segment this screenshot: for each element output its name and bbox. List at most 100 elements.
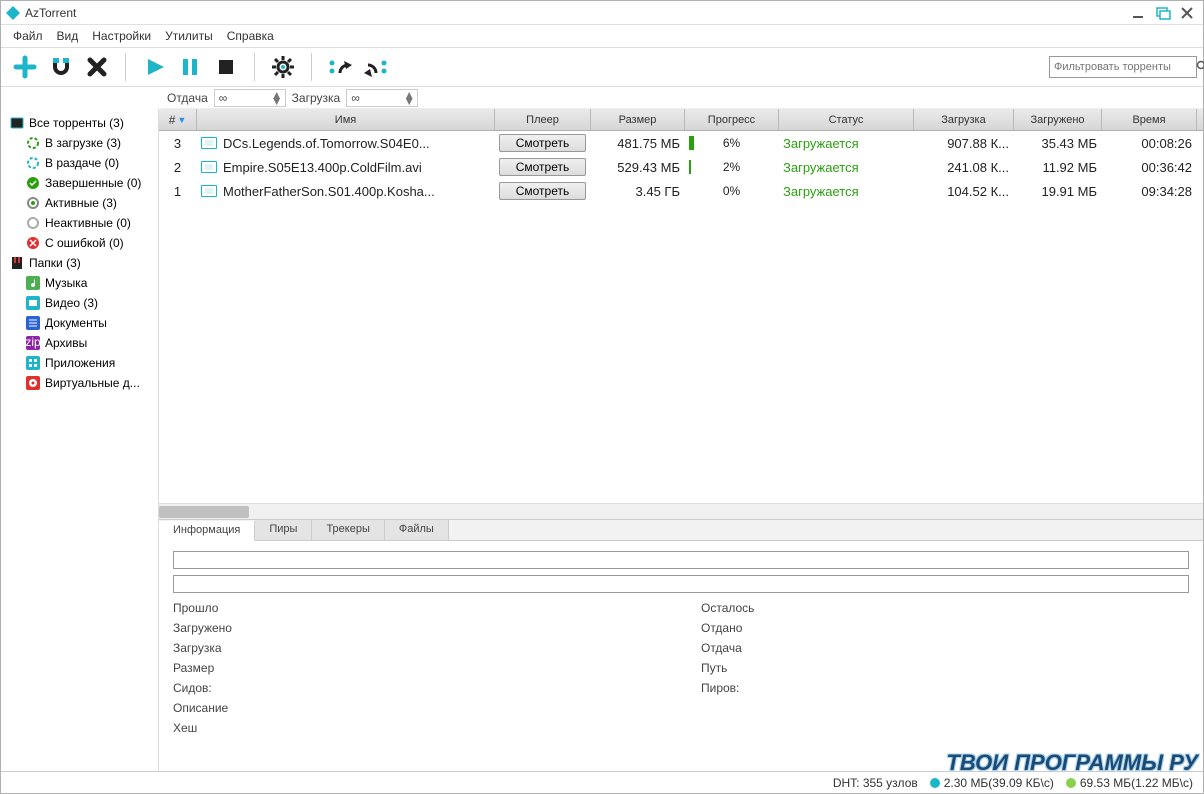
cell-loaded: 19.91 МБ: [1014, 184, 1102, 199]
search-icon[interactable]: [1196, 60, 1204, 75]
up-dot-icon: [1066, 778, 1076, 788]
cell-status: Загружается: [779, 160, 914, 175]
sidebar-active[interactable]: Активные (3): [1, 193, 158, 213]
down-dot-icon: [930, 778, 940, 788]
cell-progress: 6%: [685, 134, 779, 152]
sidebar-downloading[interactable]: В загрузке (3): [1, 133, 158, 153]
info-panel: ПрошлоЗагруженоЗагрузкаРазмерСидов:Описа…: [159, 541, 1203, 771]
sidebar-video[interactable]: Видео (3): [1, 293, 158, 313]
window-title: AzTorrent: [25, 6, 1127, 20]
cell-player: Смотреть: [495, 134, 591, 152]
info-label: Пиров:: [701, 681, 1189, 695]
sidebar-seeding[interactable]: В раздаче (0): [1, 153, 158, 173]
filter-input[interactable]: [1054, 61, 1196, 73]
table-row[interactable]: 2Empire.S05E13.400p.ColdFilm.aviСмотреть…: [159, 155, 1203, 179]
sidebar-folders[interactable]: Папки (3): [1, 253, 158, 273]
cell-loaded: 35.43 МБ: [1014, 136, 1102, 151]
video-file-icon: [201, 137, 217, 149]
app-logo-icon: [5, 5, 21, 21]
stop-button[interactable]: [208, 50, 244, 84]
availability-bar: [173, 575, 1189, 593]
upload-limit-spinner[interactable]: ∞▲▼: [214, 89, 286, 107]
download-limit-spinner[interactable]: ∞▲▼: [346, 89, 418, 107]
info-label: Сидов:: [173, 681, 661, 695]
col-status[interactable]: Статус: [779, 109, 914, 130]
bookmark-icon: [9, 255, 25, 271]
remove-button[interactable]: [79, 50, 115, 84]
menu-view[interactable]: Вид: [51, 27, 85, 45]
download-limit-label: Загрузка: [292, 91, 341, 105]
col-name[interactable]: Имя: [197, 109, 495, 130]
info-label: Путь: [701, 661, 1189, 675]
sort-asc-icon: ▼: [177, 115, 186, 125]
sidebar: Все торренты (3) В загрузке (3) В раздач…: [1, 109, 159, 771]
cell-num: 1: [159, 184, 197, 199]
pause-button[interactable]: [172, 50, 208, 84]
horizontal-scrollbar[interactable]: [159, 503, 1203, 519]
cell-num: 2: [159, 160, 197, 175]
info-label: Прошло: [173, 601, 661, 615]
add-torrent-button[interactable]: [7, 50, 43, 84]
watch-button[interactable]: Смотреть: [499, 134, 586, 152]
table-row[interactable]: 3DCs.Legends.of.Tomorrow.S04E0... Смотрет…: [159, 131, 1203, 155]
start-button[interactable]: [136, 50, 172, 84]
tab-files[interactable]: Файлы: [385, 520, 449, 540]
error-icon: [25, 235, 41, 251]
col-time[interactable]: Время: [1102, 109, 1197, 130]
statusbar: DHT: 355 узлов 2.30 МБ(39.09 КБ\с) 69.53…: [1, 771, 1203, 793]
inactive-icon: [25, 215, 41, 231]
col-progress[interactable]: Прогресс: [685, 109, 779, 130]
col-download[interactable]: Загрузка: [914, 109, 1014, 130]
docs-icon: [25, 315, 41, 331]
menu-file[interactable]: Файл: [7, 27, 49, 45]
col-num[interactable]: #▼: [159, 109, 197, 130]
cell-time: 00:08:26: [1102, 136, 1197, 151]
sidebar-all-torrents[interactable]: Все торренты (3): [1, 113, 158, 133]
add-magnet-button[interactable]: [43, 50, 79, 84]
vdisk-icon: [25, 375, 41, 391]
check-icon: [25, 175, 41, 191]
col-size[interactable]: Размер: [591, 109, 685, 130]
video-icon: [25, 295, 41, 311]
cell-name: DCs.Legends.of.Tomorrow.S04E0...: [197, 136, 495, 151]
seed-icon: [25, 155, 41, 171]
titlebar: AzTorrent: [1, 1, 1203, 25]
menu-utilities[interactable]: Утилиты: [159, 27, 219, 45]
archive-icon: zip: [25, 335, 41, 351]
settings-button[interactable]: [265, 50, 301, 84]
cell-status: Загружается: [779, 184, 914, 199]
cell-num: 3: [159, 136, 197, 151]
dht-status: DHT: 355 узлов: [833, 776, 918, 790]
menu-help[interactable]: Справка: [221, 27, 280, 45]
sidebar-docs[interactable]: Документы: [1, 313, 158, 333]
watch-button[interactable]: Смотреть: [499, 158, 586, 176]
sidebar-music[interactable]: Музыка: [1, 273, 158, 293]
all-icon: [9, 115, 25, 131]
sidebar-apps[interactable]: Приложения: [1, 353, 158, 373]
sidebar-vdisks[interactable]: Виртуальные д...: [1, 373, 158, 393]
watch-button[interactable]: Смотреть: [499, 182, 586, 200]
close-button[interactable]: [1175, 3, 1199, 23]
piece-progress-bar: [173, 551, 1189, 569]
toolbar-separator: [125, 53, 126, 81]
move-up-button[interactable]: [322, 50, 358, 84]
tab-peers[interactable]: Пиры: [255, 520, 312, 540]
maximize-button[interactable]: [1151, 3, 1175, 23]
sidebar-inactive[interactable]: Неактивные (0): [1, 213, 158, 233]
cell-time: 00:36:42: [1102, 160, 1197, 175]
info-label: Хеш: [173, 721, 661, 735]
move-down-button[interactable]: [358, 50, 394, 84]
minimize-button[interactable]: [1127, 3, 1151, 23]
cell-player: Смотреть: [495, 158, 591, 176]
sidebar-errored[interactable]: С ошибкой (0): [1, 233, 158, 253]
sidebar-completed[interactable]: Завершенные (0): [1, 173, 158, 193]
table-row[interactable]: 1MotherFatherSon.S01.400p.Kosha...Смотре…: [159, 179, 1203, 203]
menu-settings[interactable]: Настройки: [86, 27, 157, 45]
tab-trackers[interactable]: Трекеры: [312, 520, 384, 540]
cell-down-speed: 104.52 К...: [914, 184, 1014, 199]
tab-info[interactable]: Информация: [159, 521, 255, 541]
sidebar-archives[interactable]: zipАрхивы: [1, 333, 158, 353]
col-loaded[interactable]: Загружено: [1014, 109, 1102, 130]
up-speed-status: 69.53 МБ(1.22 МБ\с): [1066, 776, 1193, 790]
col-player[interactable]: Плеер: [495, 109, 591, 130]
